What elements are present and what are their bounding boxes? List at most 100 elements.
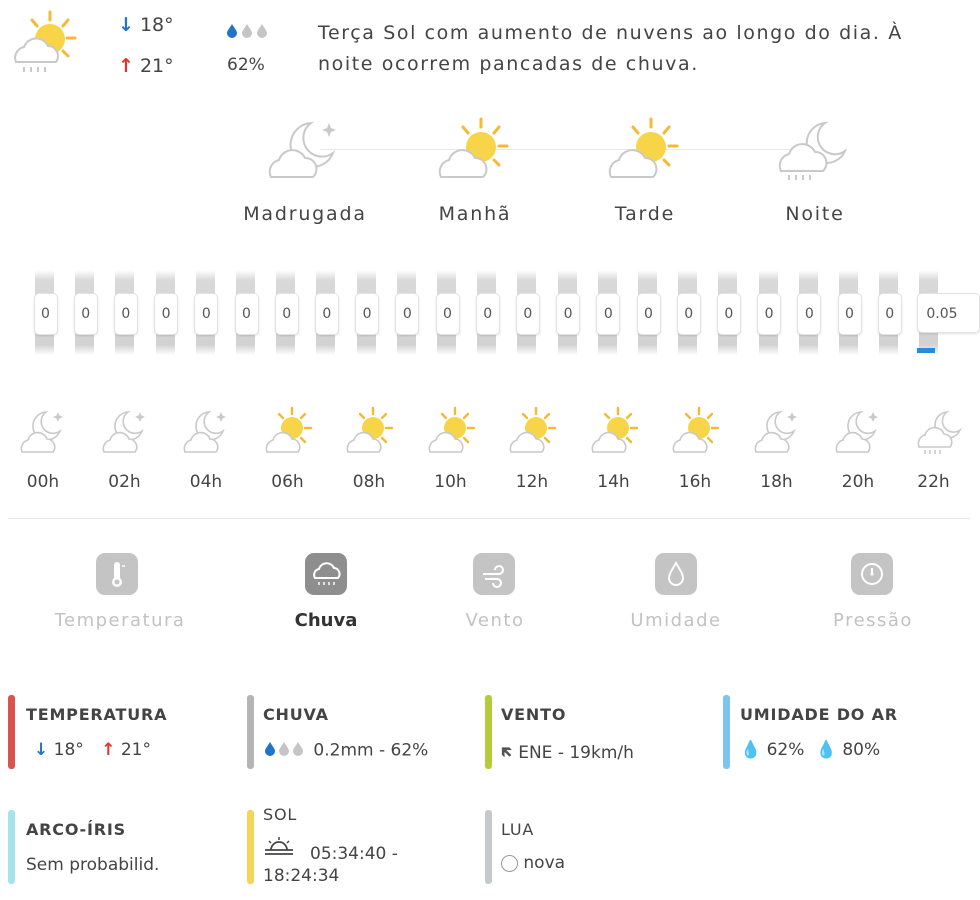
temperatura-card-bar bbox=[8, 695, 15, 769]
arco-iris-card-bar bbox=[8, 810, 15, 884]
rain-value-label: 0 bbox=[475, 293, 500, 335]
rain-value-label: 0 bbox=[837, 293, 862, 335]
rain-bar bbox=[316, 270, 336, 355]
rain-value-label: 0 bbox=[73, 293, 98, 335]
sol-title: SOL bbox=[263, 805, 298, 824]
sol-times-line1: 05:34:40 - bbox=[310, 844, 398, 864]
rain-value-label: 0 bbox=[636, 293, 661, 335]
moon-cloud-rain-icon bbox=[915, 406, 965, 456]
hour-label: 14h bbox=[597, 472, 630, 492]
rain-bar bbox=[396, 270, 416, 355]
rain-bar bbox=[879, 270, 899, 355]
chuva-card-bar bbox=[247, 695, 254, 769]
arco-iris-title: ARCO-ÍRIS bbox=[26, 820, 126, 839]
umidade-values: 💧 62% 💧 80% bbox=[740, 740, 881, 760]
arrow-down-icon: ↓ bbox=[118, 14, 134, 36]
umidade-card-bar bbox=[723, 695, 730, 769]
temperatura-title: TEMPERATURA bbox=[26, 705, 168, 724]
tab-label: Chuva bbox=[294, 610, 358, 631]
rain-bar bbox=[758, 270, 778, 355]
period-label: Noite bbox=[785, 203, 845, 225]
sun-cloud-icon bbox=[426, 406, 476, 456]
period-madrugada: Madrugada bbox=[225, 115, 385, 235]
rain-value-label: 0 bbox=[33, 293, 58, 335]
period-tarde: Tarde bbox=[565, 115, 725, 235]
tab-label: Pressão bbox=[833, 610, 913, 631]
rain-value-label: 0 bbox=[435, 293, 460, 335]
rain-value-label: 0 bbox=[395, 293, 420, 335]
hourly-forecast: 00h 02h 04h 06h 08h 10h 12h 14h 16h 18h 20h 22h bbox=[0, 400, 980, 500]
sol-card-bar bbox=[247, 810, 254, 884]
min-temp: ↓ 18° bbox=[118, 14, 174, 36]
hour-label: 16h bbox=[678, 472, 712, 492]
rain-fill-bar bbox=[917, 348, 935, 353]
sun-cloud-icon bbox=[435, 115, 515, 185]
rain-value-label: 0 bbox=[556, 293, 581, 335]
divider bbox=[8, 518, 970, 519]
gauge-icon bbox=[851, 553, 893, 595]
rain-bar bbox=[678, 270, 698, 355]
moon-cloud-icon bbox=[833, 406, 883, 456]
chuva-title: CHUVA bbox=[263, 705, 329, 724]
period-label: Tarde bbox=[614, 203, 676, 225]
rain-value-label: 0 bbox=[355, 293, 380, 335]
period-label: Madrugada bbox=[243, 203, 367, 225]
rain-bar bbox=[839, 270, 858, 355]
hour-label: 02h bbox=[108, 472, 141, 492]
period-label: Manhã bbox=[438, 203, 512, 225]
forecast-description: Terça Sol com aumento de nuvens ao longo… bbox=[318, 22, 903, 75]
period-manha: Manhã bbox=[395, 115, 555, 235]
rain-value-label: 0 bbox=[515, 293, 540, 335]
hour-label: 18h bbox=[760, 472, 793, 492]
moon-cloud-rain-icon bbox=[775, 115, 855, 185]
hour-label: 22h bbox=[917, 472, 950, 492]
lua-title: LUA bbox=[501, 820, 535, 839]
rain-value-label: 0 bbox=[234, 293, 259, 335]
wind-direction-icon: 🡼 bbox=[501, 743, 513, 763]
rain-bar bbox=[155, 270, 175, 355]
wind-icon bbox=[473, 553, 515, 595]
rain-bar bbox=[597, 270, 617, 355]
rain-bar bbox=[517, 270, 537, 355]
rain-value-label: 0 bbox=[113, 293, 138, 335]
period-noite: Noite bbox=[735, 115, 895, 235]
hour-label: 08h bbox=[352, 472, 386, 492]
hour-label: 12h bbox=[515, 472, 549, 492]
min-humidity-drop-icon: 💧 bbox=[740, 740, 762, 760]
moon-cloud-icon bbox=[100, 406, 150, 456]
umidade-title: UMIDADE DO AR bbox=[740, 705, 898, 724]
hour-label: 10h bbox=[434, 472, 467, 492]
sun-cloud-icon bbox=[605, 115, 685, 185]
vento-title: VENTO bbox=[501, 705, 567, 724]
vento-values: 🡼 ENE - 19km/h bbox=[501, 743, 634, 763]
max-temp: ↑ 21° bbox=[118, 55, 174, 77]
drop-icon bbox=[655, 553, 697, 595]
temperatura-values: ↓ 18° ↑ 21° bbox=[34, 740, 151, 760]
rain-value-label: 0 bbox=[797, 293, 822, 335]
rain-value-label: 0 bbox=[154, 293, 179, 335]
rain-probability: 62% bbox=[227, 55, 265, 75]
rain-bar bbox=[437, 270, 456, 355]
rain-bar bbox=[356, 270, 376, 355]
hour-label: 06h bbox=[271, 472, 304, 492]
sun-cloud-icon bbox=[507, 406, 557, 456]
rain-value-label: 0 bbox=[676, 293, 701, 335]
rain-value-label: 0 bbox=[274, 293, 299, 335]
chuva-values: 0.2mm - 62% bbox=[264, 740, 428, 761]
moon-cloud-icon bbox=[752, 406, 802, 456]
tab-label: Umidade bbox=[630, 610, 722, 631]
rain-bar bbox=[557, 270, 577, 355]
rain-value-label: 0.05 bbox=[917, 293, 980, 333]
rain-drops-icon bbox=[264, 740, 308, 761]
sun-cloud-icon bbox=[670, 406, 720, 456]
moon-cloud-icon bbox=[181, 406, 231, 456]
rain-value-label: 0 bbox=[596, 293, 621, 335]
rain-value-label: 0 bbox=[194, 293, 219, 335]
sun-cloud-icon bbox=[344, 406, 394, 456]
hour-label: 20h bbox=[841, 472, 875, 492]
rain-value-label: 0 bbox=[757, 293, 782, 335]
thermometer-icon bbox=[96, 553, 138, 595]
rain-value-label: 0 bbox=[877, 293, 902, 335]
hour-label: 04h bbox=[189, 472, 223, 492]
sun-cloud-icon bbox=[263, 406, 313, 456]
